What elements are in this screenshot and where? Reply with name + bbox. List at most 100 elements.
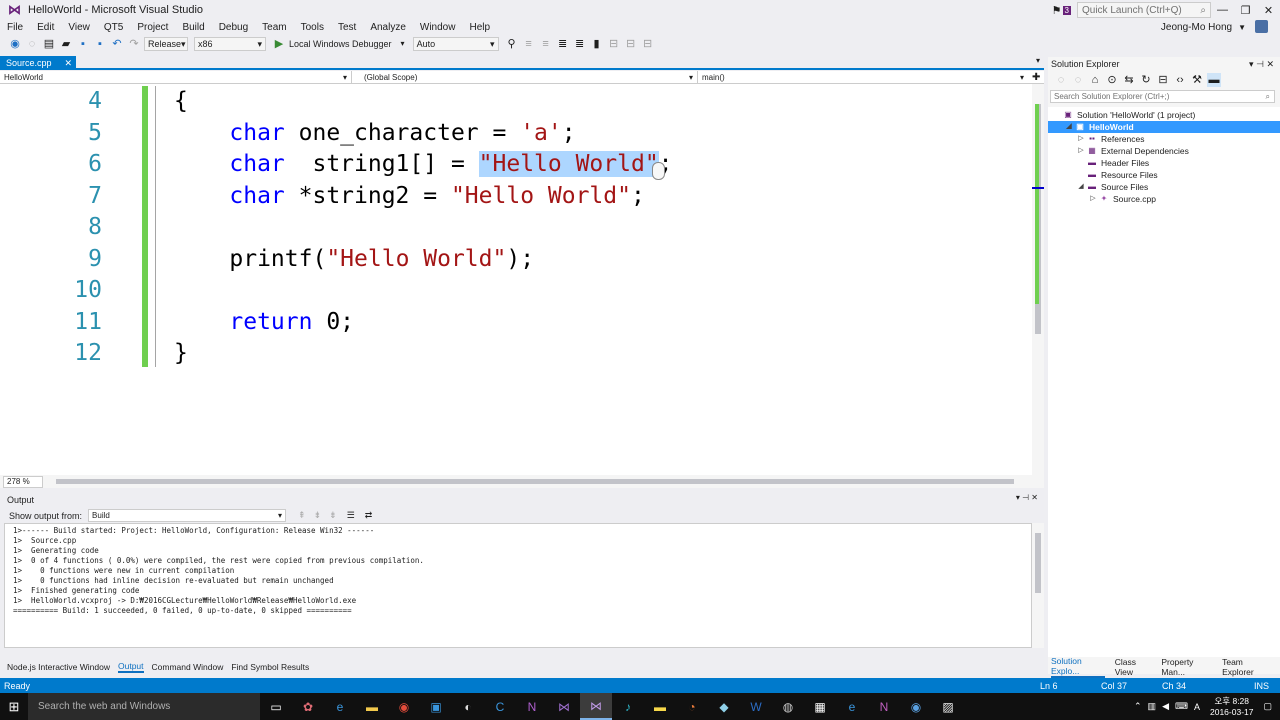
debugger-mode-select[interactable]: Auto ▾ bbox=[412, 36, 499, 51]
chevron-down-icon[interactable]: ▾ bbox=[1249, 59, 1254, 69]
notification-center-icon[interactable]: ▢ bbox=[1263, 701, 1272, 712]
solution-explorer-search-input[interactable]: Search Solution Explorer (Ctrl+;) ⌕ bbox=[1050, 90, 1275, 103]
forward-icon[interactable]: ◌ bbox=[1071, 73, 1085, 87]
member-dropdown[interactable]: main() ▾ bbox=[698, 71, 1028, 83]
app-icon-1[interactable]: ✿ bbox=[292, 693, 324, 720]
network-icon[interactable]: ▥ bbox=[1148, 701, 1157, 712]
properties-icon[interactable]: ⚒ bbox=[1190, 73, 1204, 87]
solution-platform-select[interactable]: x86 ▾ bbox=[194, 36, 266, 51]
output-vertical-scrollbar[interactable] bbox=[1032, 523, 1044, 648]
word-wrap-icon[interactable]: ⇄ bbox=[365, 510, 373, 521]
chevron-down-icon[interactable]: ▾ bbox=[1036, 56, 1040, 65]
tab-team-explorer[interactable]: Team Explorer bbox=[1222, 657, 1270, 677]
collapse-all-icon[interactable]: ⊟ bbox=[1156, 73, 1170, 87]
ime-indicator[interactable]: A bbox=[1194, 702, 1200, 712]
code-text[interactable]: printf("Hello World"); bbox=[174, 244, 534, 275]
tab-output[interactable]: Output bbox=[118, 661, 144, 673]
kakaotalk-icon[interactable]: ▬ bbox=[644, 693, 676, 720]
expander-icon[interactable]: ▷ bbox=[1076, 133, 1086, 145]
comment-icon[interactable]: ≣ bbox=[556, 37, 570, 51]
task-view-icon[interactable]: ▭ bbox=[260, 693, 292, 720]
navigate-forward-icon[interactable]: ◌ bbox=[25, 37, 39, 51]
tree-item[interactable]: ▷ ✦ Source.cpp bbox=[1048, 193, 1280, 205]
previous-bookmark-icon[interactable]: ⊟ bbox=[607, 37, 621, 51]
restore-button[interactable]: ❐ bbox=[1234, 4, 1257, 17]
scope-dropdown[interactable]: (Global Scope) ▾ bbox=[352, 71, 698, 83]
refresh-icon[interactable]: ↻ bbox=[1139, 73, 1153, 87]
expander-icon[interactable]: ◢ bbox=[1076, 181, 1086, 193]
clear-bookmarks-icon[interactable]: ⊟ bbox=[641, 37, 655, 51]
go-to-next-message-icon[interactable]: ⇟ bbox=[314, 510, 322, 521]
minimize-button[interactable]: — bbox=[1211, 4, 1234, 16]
new-project-icon[interactable]: ▤ bbox=[42, 37, 56, 51]
view-code-icon[interactable]: ‹› bbox=[1173, 73, 1187, 87]
quick-launch-input[interactable]: Quick Launch (Ctrl+Q) ⌕ bbox=[1077, 2, 1211, 18]
taskbar-search-input[interactable]: Search the web and Windows bbox=[28, 693, 260, 720]
tree-item[interactable]: ▷ ▦ External Dependencies bbox=[1048, 145, 1280, 157]
horizontal-scrollbar-thumb[interactable] bbox=[56, 479, 1014, 484]
pin-icon[interactable]: ⊣ bbox=[1256, 59, 1264, 69]
app-icon-2[interactable]: ◐ bbox=[452, 693, 484, 720]
tab-class-view[interactable]: Class View bbox=[1115, 657, 1152, 677]
code-text[interactable]: char one_character = 'a'; bbox=[174, 118, 575, 149]
save-icon[interactable]: ▪ bbox=[76, 37, 90, 51]
tree-item[interactable]: ◢ ▣ HelloWorld bbox=[1048, 121, 1280, 133]
menu-debug[interactable]: Debug bbox=[212, 22, 255, 33]
onenote-icon-2[interactable]: N bbox=[868, 693, 900, 720]
tree-item[interactable]: ▬ Header Files bbox=[1048, 157, 1280, 169]
bookmark-prev-icon[interactable]: ≡ bbox=[522, 37, 536, 51]
menu-tools[interactable]: Tools bbox=[294, 22, 331, 33]
back-icon[interactable]: ◌ bbox=[1054, 73, 1068, 87]
menu-build[interactable]: Build bbox=[175, 22, 211, 33]
music-app-icon[interactable]: ♪ bbox=[612, 693, 644, 720]
code-text[interactable]: } bbox=[174, 338, 188, 369]
menu-analyze[interactable]: Analyze bbox=[363, 22, 413, 33]
chevron-down-icon[interactable]: ▾ bbox=[396, 37, 410, 51]
app-icon-5[interactable]: ◉ bbox=[900, 693, 932, 720]
tab-property-man-[interactable]: Property Man... bbox=[1161, 657, 1212, 677]
expander-icon[interactable]: ▷ bbox=[1076, 145, 1086, 157]
expander-icon[interactable]: ▷ bbox=[1088, 193, 1098, 205]
word-icon[interactable]: W bbox=[740, 693, 772, 720]
project-dropdown[interactable]: HelloWorld ▾ bbox=[0, 71, 352, 83]
navigate-back-icon[interactable]: ◉ bbox=[8, 37, 22, 51]
visual-studio-icon-2[interactable]: ⋈ bbox=[580, 693, 612, 720]
clock[interactable]: 오후 8:28 2016-03-17 bbox=[1210, 696, 1253, 718]
expander-icon[interactable]: ◢ bbox=[1064, 121, 1074, 133]
windows-start-icon[interactable]: ⊞ bbox=[0, 693, 28, 720]
menu-window[interactable]: Window bbox=[413, 22, 463, 33]
close-window-button[interactable]: ✕ bbox=[1257, 4, 1280, 17]
sync-icon[interactable]: ⇆ bbox=[1122, 73, 1136, 87]
volume-icon[interactable]: ◀ bbox=[1162, 701, 1169, 712]
open-file-icon[interactable]: ▰ bbox=[59, 37, 73, 51]
go-to-previous-message-icon[interactable]: ⇞ bbox=[298, 510, 306, 521]
close-icon[interactable]: ✕ bbox=[1266, 59, 1274, 69]
solution-configuration-select[interactable]: Release ▾ bbox=[144, 36, 188, 51]
keyboard-icon[interactable]: ⌨ bbox=[1175, 701, 1188, 712]
tab-node-js-interactive-window[interactable]: Node.js Interactive Window bbox=[7, 662, 110, 672]
avatar[interactable] bbox=[1255, 20, 1268, 33]
find-in-files-icon[interactable]: ⚲ bbox=[505, 37, 519, 51]
calculator-icon[interactable]: ▦ bbox=[804, 693, 836, 720]
ie-icon[interactable]: e bbox=[836, 693, 868, 720]
tab-solution-explo-[interactable]: Solution Explo... bbox=[1051, 656, 1105, 678]
editor-vertical-scrollbar[interactable] bbox=[1032, 84, 1044, 475]
chrome-icon[interactable]: ◉ bbox=[388, 693, 420, 720]
code-editor[interactable]: 4 {5 char one_character = 'a'; 6 char stri… bbox=[0, 84, 1032, 475]
menu-test[interactable]: Test bbox=[331, 22, 363, 33]
tab-command-window[interactable]: Command Window bbox=[152, 662, 224, 672]
output-text-area[interactable]: 1>------ Build started: Project: HelloWo… bbox=[4, 523, 1032, 648]
tree-item[interactable]: ▬ Resource Files bbox=[1048, 169, 1280, 181]
app-icon-3[interactable]: ◆ bbox=[708, 693, 740, 720]
onenote-icon[interactable]: N bbox=[516, 693, 548, 720]
code-text[interactable]: char string1[] = "Hello World"; bbox=[174, 149, 673, 180]
redo-icon[interactable]: ↷ bbox=[127, 37, 141, 51]
menu-project[interactable]: Project bbox=[130, 22, 175, 33]
scrollbar-thumb[interactable] bbox=[1035, 533, 1041, 593]
split-window-icon[interactable]: ✚ bbox=[1032, 72, 1040, 83]
user-account[interactable]: Jeong-Mo Hong ▼ bbox=[1161, 20, 1246, 35]
visual-studio-icon-1[interactable]: ⋈ bbox=[548, 693, 580, 720]
uncomment-icon[interactable]: ≣ bbox=[573, 37, 587, 51]
clear-all-icon[interactable]: ☰ bbox=[347, 510, 355, 521]
output-source-select[interactable]: Build ▾ bbox=[88, 509, 287, 522]
